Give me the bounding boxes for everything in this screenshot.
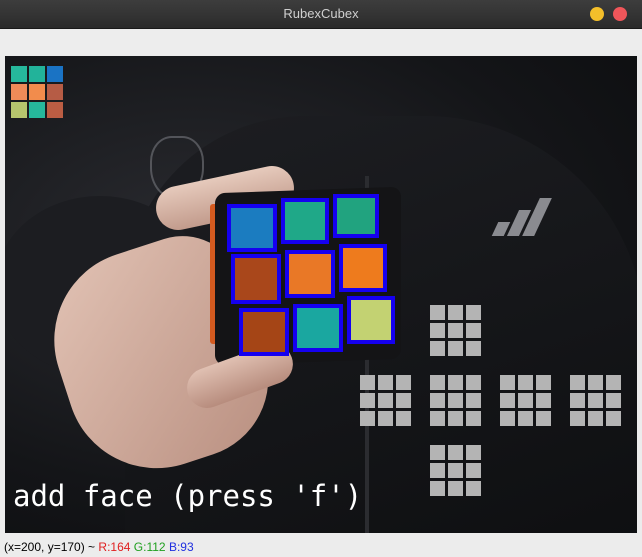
net-cell	[448, 445, 463, 460]
net-cell	[606, 411, 621, 426]
net-cell	[466, 445, 481, 460]
net-cell	[396, 375, 411, 390]
window-title: RubexCubex	[283, 6, 359, 21]
status-bar: (x=200, y=170) ~ R:164 G:112 B:93	[0, 538, 642, 557]
net-cell	[448, 481, 463, 496]
net-face	[430, 305, 481, 356]
net-face	[430, 375, 481, 426]
net-cell	[448, 341, 463, 356]
instruction-text: add face (press 'f')	[13, 479, 363, 513]
preview-swatch	[47, 102, 63, 118]
net-cell	[448, 375, 463, 390]
net-cell	[430, 463, 445, 478]
net-cell	[500, 375, 515, 390]
net-cell	[466, 463, 481, 478]
net-cell	[536, 375, 551, 390]
preview-swatch	[11, 66, 27, 82]
preview-swatch	[47, 84, 63, 100]
net-cell	[570, 393, 585, 408]
net-cell	[466, 341, 481, 356]
detected-sticker	[333, 194, 379, 238]
net-cell	[606, 375, 621, 390]
net-cell	[430, 445, 445, 460]
net-cell	[606, 393, 621, 408]
net-cell	[536, 411, 551, 426]
net-cell	[448, 411, 463, 426]
net-cell	[448, 305, 463, 320]
net-cell	[518, 393, 533, 408]
net-cell	[588, 375, 603, 390]
net-cell	[378, 375, 393, 390]
net-cell	[536, 393, 551, 408]
net-cell	[518, 411, 533, 426]
net-cell	[588, 393, 603, 408]
detected-sticker	[227, 204, 277, 252]
net-cell	[360, 411, 375, 426]
cursor-coordinates: (x=200, y=170) ~	[4, 540, 96, 554]
net-face	[360, 375, 411, 426]
detected-sticker	[239, 308, 289, 356]
net-cell	[500, 393, 515, 408]
net-cell	[466, 375, 481, 390]
preview-swatch	[29, 66, 45, 82]
net-cell	[448, 393, 463, 408]
detected-sticker	[339, 244, 387, 292]
net-face	[430, 445, 481, 496]
net-face	[570, 375, 621, 426]
net-cell	[430, 481, 445, 496]
blue-value: B:93	[168, 540, 194, 554]
red-value: R:164	[98, 540, 131, 554]
net-face	[500, 375, 551, 426]
detected-sticker	[347, 296, 395, 344]
preview-swatch	[29, 102, 45, 118]
detected-sticker	[231, 254, 281, 304]
net-cell	[378, 393, 393, 408]
net-cell	[570, 411, 585, 426]
net-cell	[430, 393, 445, 408]
preview-swatch	[11, 84, 27, 100]
net-cell	[396, 393, 411, 408]
net-cell	[378, 411, 393, 426]
net-cell	[466, 305, 481, 320]
net-cell	[500, 411, 515, 426]
app-window: RubexCubex add face (press 'f') (x=200, …	[0, 0, 642, 557]
close-icon[interactable]	[613, 7, 627, 21]
net-cell	[466, 411, 481, 426]
preview-swatch	[47, 66, 63, 82]
toolbar-area	[0, 29, 642, 55]
minimize-icon[interactable]	[590, 7, 604, 21]
net-cell	[430, 341, 445, 356]
detected-sticker	[285, 250, 335, 298]
net-cell	[518, 375, 533, 390]
net-cell	[430, 375, 445, 390]
net-cell	[448, 323, 463, 338]
net-cell	[466, 323, 481, 338]
net-cell	[448, 463, 463, 478]
net-cell	[570, 375, 585, 390]
camera-view[interactable]: add face (press 'f')	[5, 56, 637, 533]
net-cell	[466, 393, 481, 408]
detected-sticker	[293, 304, 343, 352]
preview-swatch	[29, 84, 45, 100]
net-cell	[430, 305, 445, 320]
preview-swatch	[11, 102, 27, 118]
net-cell	[588, 411, 603, 426]
brand-logo	[487, 196, 557, 246]
net-cell	[360, 393, 375, 408]
net-cell	[430, 323, 445, 338]
green-value: G:112	[133, 540, 166, 554]
detected-sticker	[281, 198, 329, 244]
net-cell	[396, 411, 411, 426]
net-cell	[466, 481, 481, 496]
net-cell	[360, 375, 375, 390]
live-color-preview	[11, 66, 63, 118]
net-cell	[430, 411, 445, 426]
title-bar[interactable]: RubexCubex	[0, 0, 642, 29]
